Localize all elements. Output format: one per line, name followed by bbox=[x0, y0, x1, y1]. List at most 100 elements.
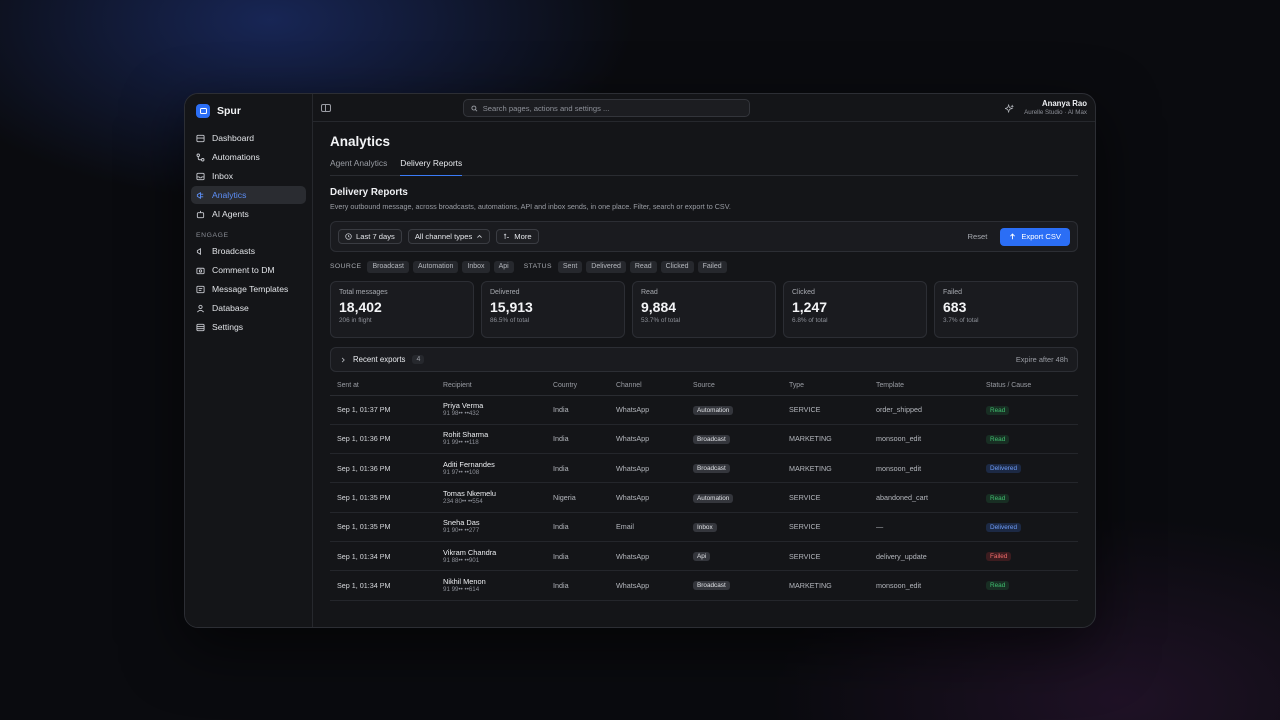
sidebar-item-automations[interactable]: Automations bbox=[191, 148, 306, 166]
date-range-button[interactable]: Last 7 days bbox=[338, 229, 402, 244]
stat-sub: 53.7% of total bbox=[641, 317, 681, 324]
export-label: Export CSV bbox=[1021, 232, 1061, 241]
sidebar-item-broadcasts[interactable]: Broadcasts bbox=[191, 242, 306, 260]
table-header-row: Sent at Recipient Country Channel Source… bbox=[330, 377, 1078, 396]
database-icon bbox=[197, 304, 204, 312]
cell-template: abandoned_cart bbox=[869, 482, 979, 513]
app-window: Spur Dashboard Automations Inbox Analyti… bbox=[184, 93, 1096, 628]
status-badge: Delivered bbox=[986, 464, 1021, 474]
sidebar-toggle-icon[interactable] bbox=[321, 103, 331, 112]
cell-recipient: Vikram Chandra 91 88•• ••901 bbox=[436, 541, 546, 572]
cell-recipient: Nikhil Menon 91 99•• ••614 bbox=[436, 570, 546, 601]
chip-status-failed[interactable]: Failed bbox=[697, 260, 727, 273]
filter-chips: SOURCE Broadcast Automation Inbox Api ST… bbox=[330, 260, 1078, 273]
cell-source: Api bbox=[686, 541, 782, 572]
col-country[interactable]: Country bbox=[546, 377, 609, 396]
automations-icon bbox=[196, 153, 205, 161]
user-info: Ananya Rao Aurelle Studio · AI Max bbox=[1024, 99, 1087, 117]
recent-exports-label: Recent exports bbox=[353, 355, 406, 364]
col-status[interactable]: Status / Cause bbox=[979, 377, 1078, 396]
chip-status-clicked[interactable]: Clicked bbox=[660, 260, 694, 273]
sidebar-item-message-templates[interactable]: Message Templates bbox=[191, 280, 306, 298]
reset-button[interactable]: Reset bbox=[967, 232, 987, 241]
table-row[interactable]: Sep 1, 01:36 PM Rohit Sharma 91 99•• ••11… bbox=[330, 424, 1078, 455]
stat-value: 15,913 bbox=[490, 299, 533, 315]
chip-status-delivered[interactable]: Delivered bbox=[586, 260, 626, 273]
col-channel[interactable]: Channel bbox=[609, 377, 686, 396]
table-row[interactable]: Sep 1, 01:35 PM Tomas Nkemelu 234 80•• ••… bbox=[330, 482, 1078, 513]
table-row[interactable]: Sep 1, 01:34 PM Nikhil Menon 91 99•• ••61… bbox=[330, 570, 1078, 601]
sidebar-item-dashboard[interactable]: Dashboard bbox=[191, 129, 306, 147]
recipient-phone: 91 98•• ••432 bbox=[443, 410, 480, 418]
chip-source-broadcast[interactable]: Broadcast bbox=[367, 260, 410, 273]
tab-agent-analytics[interactable]: Agent Analytics bbox=[330, 158, 387, 176]
sparkle-icon[interactable] bbox=[1005, 103, 1015, 113]
col-source[interactable]: Source bbox=[686, 377, 782, 396]
stat-label: Failed bbox=[943, 289, 963, 296]
stat-sub: 86.5% of total bbox=[490, 317, 530, 324]
recipient-name: Rohit Sharma bbox=[443, 430, 489, 440]
cell-status: Read bbox=[979, 570, 1078, 601]
cell-sent-at: Sep 1, 01:34 PM bbox=[330, 570, 436, 601]
chip-source-automation[interactable]: Automation bbox=[413, 260, 459, 273]
table-row[interactable]: Sep 1, 01:34 PM Vikram Chandra 91 88•• ••… bbox=[330, 541, 1078, 572]
chip-source-inbox[interactable]: Inbox bbox=[462, 260, 490, 273]
source-badge: Broadcast bbox=[693, 464, 730, 474]
table-row[interactable]: Sep 1, 01:37 PM Priya Verma 91 98•• ••432… bbox=[330, 395, 1078, 425]
cell-status: Delivered bbox=[979, 453, 1078, 484]
cell-status: Failed bbox=[979, 541, 1078, 572]
search-input[interactable] bbox=[482, 103, 742, 113]
recipient-name: Vikram Chandra bbox=[443, 547, 497, 557]
cell-type: MARKETING bbox=[782, 424, 869, 455]
sidebar-item-inbox[interactable]: Inbox bbox=[191, 167, 306, 185]
search-box[interactable] bbox=[463, 99, 750, 117]
main-area: Ananya Rao Aurelle Studio · AI Max Analy… bbox=[313, 94, 1095, 627]
brand[interactable]: Spur bbox=[191, 103, 306, 119]
sidebar-item-label: Broadcasts bbox=[212, 246, 255, 256]
cell-template: — bbox=[869, 512, 979, 542]
sidebar-item-database[interactable]: Database bbox=[191, 299, 306, 317]
stat-label: Delivered bbox=[490, 289, 520, 296]
export-csv-button[interactable]: Export CSV bbox=[1000, 227, 1070, 246]
section-title: Delivery Reports bbox=[330, 187, 408, 198]
user-menu[interactable]: Ananya Rao Aurelle Studio · AI Max bbox=[1005, 99, 1087, 117]
chip-source-api[interactable]: Api bbox=[493, 260, 514, 273]
cell-country: India bbox=[546, 512, 609, 542]
cell-country: India bbox=[546, 424, 609, 455]
more-filters-button[interactable]: More bbox=[496, 229, 539, 244]
sidebar-item-comment-to-dm[interactable]: Comment to DM bbox=[191, 261, 306, 279]
chip-status-read[interactable]: Read bbox=[629, 260, 657, 273]
brand-name: Spur bbox=[217, 105, 241, 117]
cell-channel: WhatsApp bbox=[609, 541, 686, 572]
sidebar-item-label: Automations bbox=[212, 152, 260, 162]
table-row[interactable]: Sep 1, 01:36 PM Aditi Fernandes 91 97•• •… bbox=[330, 453, 1078, 484]
col-sent-at[interactable]: Sent at bbox=[330, 377, 436, 396]
cell-template: order_shipped bbox=[869, 395, 979, 425]
cell-type: SERVICE bbox=[782, 512, 869, 542]
cell-recipient: Tomas Nkemelu 234 80•• ••554 bbox=[436, 482, 546, 513]
sidebar-item-label: Settings bbox=[212, 322, 244, 332]
col-recipient[interactable]: Recipient bbox=[436, 377, 546, 396]
sort-icon bbox=[504, 233, 510, 239]
table-row[interactable]: Sep 1, 01:35 PM Sneha Das 91 90•• ••277 I… bbox=[330, 512, 1078, 542]
sidebar-item-analytics[interactable]: Analytics bbox=[191, 186, 306, 204]
broadcast-icon bbox=[196, 247, 201, 255]
recent-exports-toggle[interactable]: Recent exports 4 Expire after 48h bbox=[330, 347, 1078, 372]
sidebar-item-settings[interactable]: Settings bbox=[191, 318, 306, 336]
date-range-label: Last 7 days bbox=[356, 232, 395, 241]
settings-icon bbox=[196, 323, 205, 331]
sidebar-item-label: Analytics bbox=[212, 190, 247, 200]
tab-delivery-reports[interactable]: Delivery Reports bbox=[400, 158, 463, 176]
sidebar-item-label: Comment to DM bbox=[212, 265, 275, 275]
topbar: Ananya Rao Aurelle Studio · AI Max bbox=[313, 94, 1095, 122]
filter-bar: Last 7 days All channel types More Reset… bbox=[330, 221, 1078, 252]
stat-value: 1,247 bbox=[792, 299, 828, 315]
status-label: STATUS bbox=[523, 263, 552, 270]
spur-logo-icon bbox=[196, 104, 210, 118]
chip-status-sent[interactable]: Sent bbox=[557, 260, 583, 273]
sidebar-item-ai-agents[interactable]: AI Agents bbox=[191, 205, 306, 223]
col-template[interactable]: Template bbox=[869, 377, 979, 396]
channel-type-dropdown[interactable]: All channel types bbox=[407, 229, 491, 244]
col-type[interactable]: Type bbox=[782, 377, 869, 396]
cell-template: delivery_update bbox=[869, 541, 979, 572]
